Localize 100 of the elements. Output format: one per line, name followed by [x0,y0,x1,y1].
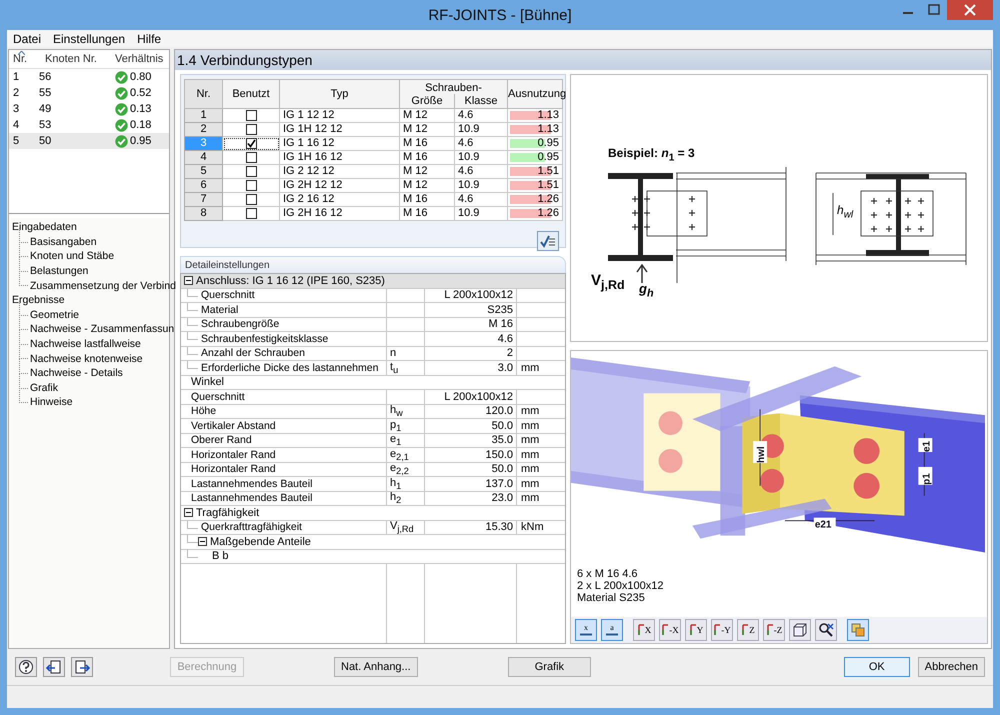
property-value: 50.0 [492,463,513,476]
display-button[interactable]: x [575,619,597,641]
cube-button[interactable] [789,619,811,641]
beam-joint-3d-drawing: hwl e1 p1 e21 [571,351,985,556]
window-title: RF-JOINTS - [Bühne] [428,6,572,24]
row-header[interactable]: 6 [184,178,222,192]
node-row[interactable]: 3 49 0.13 [9,101,169,117]
table-cell-text: 1 [12,71,20,83]
utilization-value: 1.51 [538,179,559,191]
table-cell-text: 4 [12,119,20,131]
property-value: 150.0 [485,448,513,461]
property-label: Querkrafttragfähigkeit [201,521,302,534]
navigator-item[interactable]: Grafik [30,382,58,394]
navigator-item[interactable]: Belastungen [30,265,88,278]
dialog-button[interactable]: Grafik [508,657,592,677]
checkbox[interactable] [246,166,256,177]
node-row[interactable]: 4 53 0.18 [9,117,169,133]
unit-text: mm [521,362,540,374]
table-cell-text: 56 [38,71,52,83]
navigator-item[interactable]: Hinweise [30,396,73,408]
node-row[interactable]: 5 50 0.95 [9,133,169,149]
navigator-item[interactable]: Zusammensetzung der Verbind [30,280,176,292]
view-direction-button[interactable]: Y [685,619,707,641]
property-value: 15.30 [485,521,513,534]
column-header[interactable]: Nr. [9,53,31,65]
layers-button[interactable] [847,619,869,641]
close-icon[interactable] [947,0,993,20]
table-cell: IG 2 16 12 [280,192,400,206]
view-direction-button[interactable]: X [633,619,655,641]
node-row[interactable]: 1 56 0.80 [9,69,169,85]
row-header[interactable]: 8 [184,206,222,220]
property-value: 2 [506,347,513,360]
table-cell-text: 49 [38,103,52,115]
checkbox[interactable] [246,138,256,149]
row-header[interactable]: 4 [184,150,222,164]
axes-icon [636,624,645,636]
column-header[interactable]: Verhältnis [107,53,164,65]
check-circle-icon [115,118,128,132]
dialog-button[interactable]: OK [844,657,910,677]
property-label: Vertikaler Abstand [191,420,276,432]
checkbox[interactable] [246,194,256,205]
table-cell: M 16 [400,150,454,164]
dialog-button[interactable]: Nat. Anhang... [334,657,418,677]
column-header: Benutzt [222,80,280,108]
symbol-text: V$_{j,Rd}$ [390,520,414,534]
help-button[interactable] [15,657,37,677]
property-value: 50.0 [492,420,513,432]
import-button[interactable] [43,657,65,677]
axes-icon [688,624,697,636]
navigator-item[interactable]: Basisangaben [30,236,97,248]
property-label: Material [201,304,238,316]
navigator-item[interactable]: Nachweise lastfallweise [30,338,141,350]
table-cell: 10.9 [454,206,508,220]
table-cell: 4.6 [454,136,508,150]
menu-item[interactable]: Hilfe [137,32,162,46]
view-direction-button[interactable]: -Z [763,619,785,641]
navigator-item[interactable]: Nachweise knotenweise [30,352,143,365]
table-cell-text: 3 [12,103,20,115]
layers-icon [850,622,866,638]
navigator-item[interactable]: Knoten und Stäbe [30,250,114,262]
collapse-icon[interactable] [184,508,193,518]
checkbox[interactable] [246,110,256,121]
menu-item[interactable]: Einstellungen [53,32,126,46]
check-list-icon[interactable] [537,231,559,251]
dialog-button[interactable]: Abbrechen [918,657,985,677]
zoom-button[interactable] [815,619,837,641]
column-header[interactable]: Knoten Nr. [31,53,107,65]
navigator-item[interactable]: Ergebnisse [12,294,65,306]
row-header[interactable]: 1 [184,108,222,122]
checkbox[interactable] [246,180,256,191]
symbol-text: h$_{w}$ [390,404,403,418]
navigator-item[interactable]: Geometrie [30,308,80,321]
menu-item[interactable]: Datei [13,32,42,46]
symbol-text: t$_{u}$ [390,360,398,375]
row-header[interactable]: 7 [184,192,222,206]
collapse-icon[interactable] [198,537,207,546]
unit-text: mm [521,478,540,490]
collapse-icon[interactable] [184,276,193,286]
row-header[interactable]: 2 [184,122,222,136]
table-cell-text: 5 [12,135,20,147]
navigator-item[interactable]: Nachweise - Zusammenfassun [30,323,174,336]
diagram-label: h$_{wl}$ [837,203,854,220]
checkbox[interactable] [246,152,256,163]
node-row[interactable]: 2 55 0.52 [9,85,169,101]
property-label: Horizontaler Rand [191,448,276,461]
display-button[interactable]: a [601,619,623,641]
view-direction-button[interactable]: Z [737,619,759,641]
row-header[interactable]: 5 [184,164,222,178]
checkbox[interactable] [246,208,256,219]
checkbox[interactable] [246,124,256,135]
table-cell: M 16 [400,136,454,150]
view-direction-button[interactable]: -X [659,619,681,641]
navigator-item[interactable]: Nachweise - Details [30,367,123,380]
view-direction-button[interactable]: -Y [711,619,733,641]
table-cell-text: 0.18 [129,119,152,131]
cube-icon [792,622,808,638]
navigator-item[interactable]: Eingabedaten [12,221,77,234]
export-button[interactable] [71,657,93,677]
property-value: L 200x100x12 [444,289,513,302]
check-circle-icon [115,86,128,100]
